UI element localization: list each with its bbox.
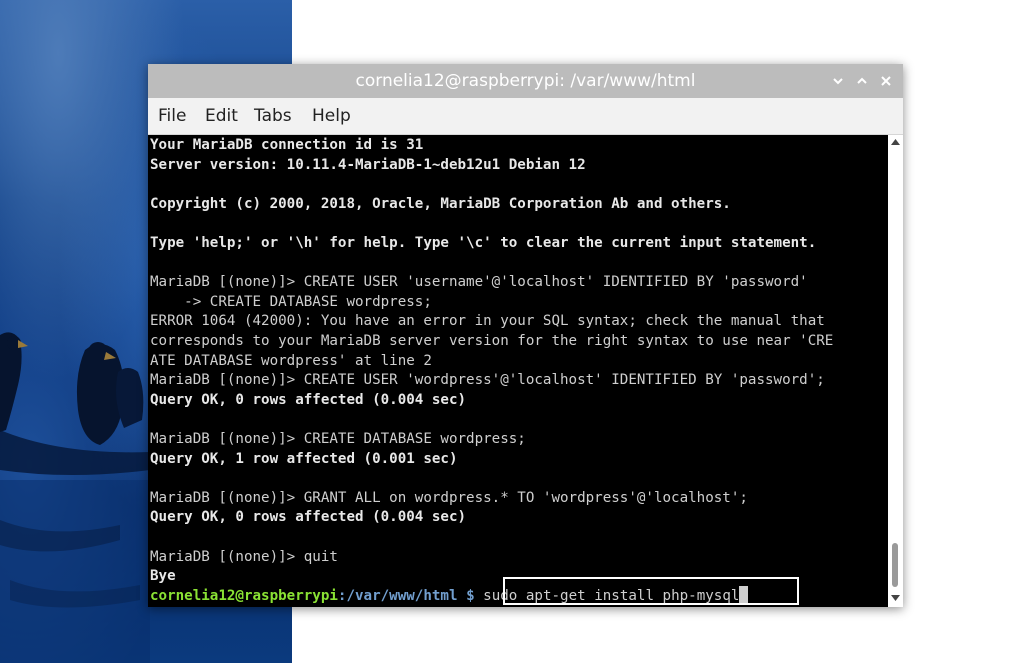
vertical-scrollbar[interactable]: [888, 135, 903, 607]
terminal-window: cornelia12@raspberrypi: /var/www/html Fi…: [148, 64, 903, 607]
terminal-line: MariaDB [(none)]> CREATE USER 'username'…: [150, 274, 808, 291]
terminal-line: Server version: 10.11.4-MariaDB-1~deb12u…: [150, 156, 586, 173]
terminal-line: Query OK, 1 row affected (0.001 sec): [150, 450, 458, 467]
menu-bar: File Edit Tabs Help: [148, 98, 903, 135]
terminal-line: MariaDB [(none)]> CREATE USER 'wordpress…: [150, 372, 825, 389]
terminal-line: MariaDB [(none)]> GRANT ALL on wordpress…: [150, 489, 748, 506]
chevron-up-icon: [857, 77, 867, 84]
menu-file[interactable]: File: [158, 98, 186, 134]
maximize-button[interactable]: [853, 72, 871, 90]
command-highlight-box: [503, 577, 799, 605]
terminal-line: Your MariaDB connection id is 31: [150, 137, 424, 153]
terminal-line: corresponds to your MariaDB server versi…: [150, 333, 834, 349]
prompt-symbol: $: [466, 587, 475, 604]
terminal-line: -> CREATE DATABASE wordpress;: [150, 293, 432, 310]
menu-edit[interactable]: Edit: [205, 98, 238, 134]
terminal-output[interactable]: Your MariaDB connection id is 31 Server …: [148, 135, 888, 607]
menu-help[interactable]: Help: [312, 98, 351, 134]
minimize-button[interactable]: [829, 72, 847, 90]
terminal-line: MariaDB [(none)]> quit: [150, 548, 338, 565]
terminal-line: MariaDB [(none)]> CREATE DATABASE wordpr…: [150, 431, 526, 447]
window-titlebar[interactable]: cornelia12@raspberrypi: /var/www/html: [148, 64, 903, 98]
close-icon: [881, 76, 891, 86]
chevron-down-icon: [833, 78, 843, 85]
terminal-line: Query OK, 0 rows affected (0.004 sec): [150, 391, 467, 408]
scroll-down-arrow-icon[interactable]: [891, 594, 900, 602]
terminal-line: Bye: [150, 568, 176, 585]
menu-tabs[interactable]: Tabs: [254, 98, 292, 134]
scroll-up-arrow-icon[interactable]: [891, 138, 900, 146]
prompt-user-host: cornelia12@raspberrypi: [150, 587, 338, 604]
close-button[interactable]: [877, 72, 895, 90]
window-title: cornelia12@raspberrypi: /var/www/html: [355, 71, 696, 91]
terminal-line: Copyright (c) 2000, 2018, Oracle, MariaD…: [150, 195, 731, 212]
prompt-path: /var/www/html: [346, 587, 458, 604]
terminal-line: Query OK, 0 rows affected (0.004 sec): [150, 509, 467, 526]
terminal-line: Type 'help;' or '\h' for help. Type '\c'…: [150, 235, 817, 251]
scrollbar-thumb[interactable]: [892, 543, 898, 587]
terminal-line: ATE DATABASE wordpress' at line 2: [150, 352, 432, 369]
terminal-line: ERROR 1064 (42000): You have an error in…: [150, 313, 825, 330]
